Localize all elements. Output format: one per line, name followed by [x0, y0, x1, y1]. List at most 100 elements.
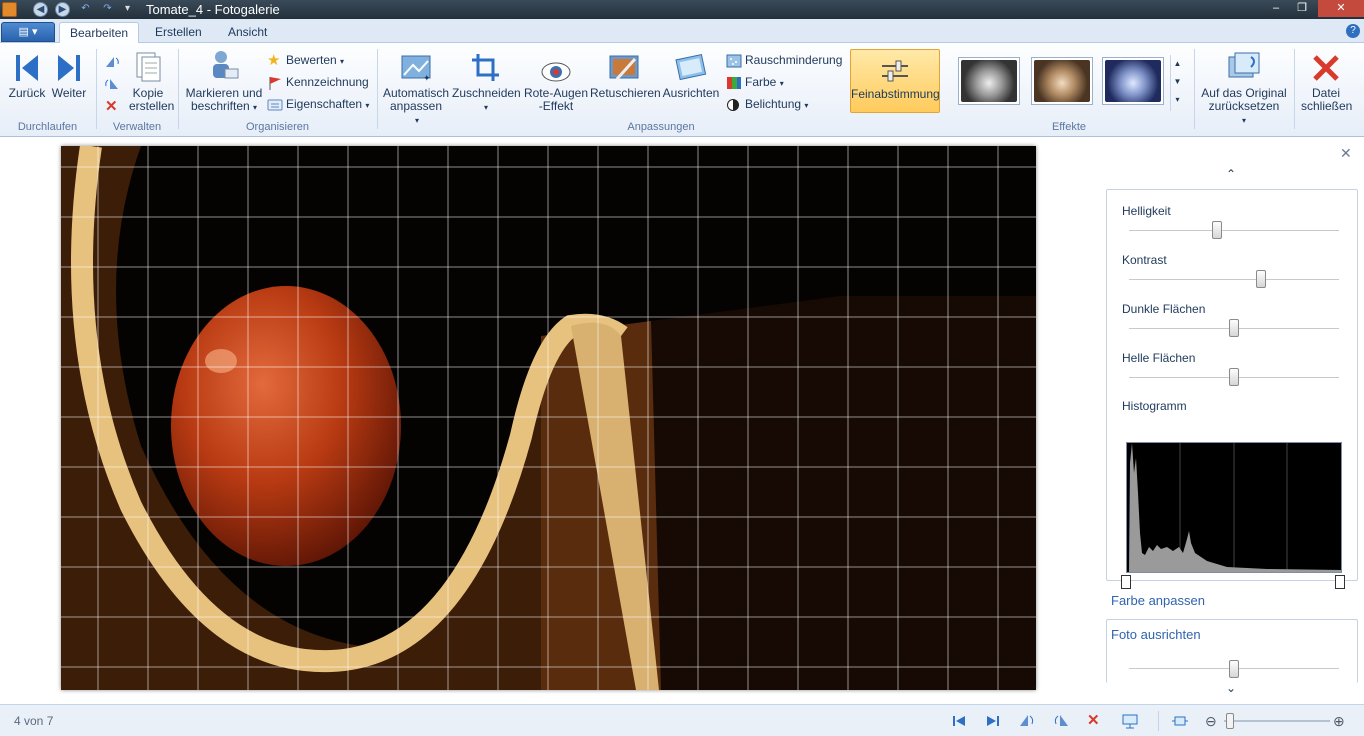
group-label: Durchlaufen: [17, 121, 78, 133]
slider-label: Dunkle Flächen: [1122, 302, 1206, 316]
scroll-up-icon[interactable]: ⌃: [1226, 167, 1236, 181]
close-window-button[interactable]: ✕: [1318, 0, 1364, 17]
quick-access-dropdown-icon[interactable]: ▾: [120, 2, 135, 17]
ausrichten-slider-thumb[interactable]: [1229, 660, 1239, 678]
bewerten-button[interactable]: ★ Bewerten ▾: [267, 51, 344, 69]
undo-icon[interactable]: ↶: [78, 2, 93, 17]
retuschieren-button[interactable]: Retuschieren: [590, 49, 661, 100]
effect-thumbnail-sepia[interactable]: [1031, 57, 1093, 105]
slider-label: Helle Flächen: [1122, 351, 1196, 365]
properties-icon: [267, 98, 283, 112]
effect-thumbnail-grayscale[interactable]: [958, 57, 1020, 105]
histogram-label: Histogramm: [1122, 399, 1187, 413]
app-icon: [2, 2, 17, 17]
status-delete-icon[interactable]: ✕: [1087, 712, 1105, 730]
slider-label: Helligkeit: [1122, 204, 1171, 218]
eigenschaften-button[interactable]: Eigenschaften ▾: [267, 95, 369, 113]
belichtung-box: Helligkeit Kontrast Dunkle Flächen Helle Fl…: [1106, 189, 1358, 589]
automatisch-anpassen-button[interactable]: ✦ Automatisch anpassen ▾: [383, 49, 451, 127]
revert-icon: [1197, 49, 1291, 83]
separator: [1294, 49, 1295, 129]
zurueck-button[interactable]: Zurück: [6, 49, 48, 100]
photo-canvas[interactable]: [61, 146, 1036, 690]
status-bar: 4 von 7 ✕ ⊖ ⊕: [0, 704, 1364, 736]
kennzeichnung-button[interactable]: Kennzeichnung: [267, 73, 369, 91]
effects-scroll[interactable]: ▲ ▼ ▾: [1170, 55, 1184, 111]
foto-ausrichten-box: Foto ausrichten: [1106, 619, 1358, 683]
close-file-icon: [1298, 49, 1354, 83]
histogram: [1126, 442, 1342, 573]
group-anpassungen: ✦ Automatisch anpassen ▾ Zuschneiden ▾ Rot…: [378, 47, 944, 135]
slider-track: [1129, 230, 1339, 232]
color-icon: [726, 76, 742, 90]
markieren-button[interactable]: Markieren und beschriften ▾: [183, 49, 265, 114]
minimize-button[interactable]: –: [1263, 0, 1289, 17]
histogram-black-point[interactable]: [1121, 575, 1131, 589]
zoom-track: [1224, 720, 1330, 722]
weiter-button[interactable]: Weiter: [48, 49, 90, 100]
noise-icon: [726, 54, 742, 68]
svg-text:✦: ✦: [423, 73, 431, 83]
rotate-left-icon[interactable]: [104, 55, 120, 72]
title-bar: ◀ ▶ ↶ ↷ ▾ Tomate_4 - Fotogalerie – ❐ ✕: [0, 0, 1364, 19]
previous-icon: [6, 49, 48, 83]
farbe-button[interactable]: Farbe ▾: [726, 73, 784, 91]
datei-schliessen-button[interactable]: Datei schließen: [1298, 49, 1354, 113]
tag-people-icon: [183, 49, 265, 83]
foto-ausrichten-link[interactable]: Foto ausrichten: [1111, 627, 1201, 642]
group-label: Verwalten: [112, 121, 162, 133]
maximize-button[interactable]: ❐: [1289, 0, 1315, 17]
straighten-icon: [660, 49, 722, 83]
rotate-right-icon[interactable]: [104, 77, 120, 94]
photo-counter: 4 von 7: [14, 714, 54, 728]
scroll-down-icon[interactable]: ⌄: [1226, 681, 1236, 695]
slideshow-icon[interactable]: [1121, 712, 1139, 730]
delete-icon[interactable]: ✕: [105, 97, 118, 115]
back-quick-icon[interactable]: ◀: [33, 2, 48, 17]
zoom-slider-thumb[interactable]: [1226, 713, 1234, 729]
kopie-erstellen-button[interactable]: Kopie erstellen: [123, 49, 174, 113]
slider-thumb[interactable]: [1256, 270, 1267, 288]
zoom-out-icon[interactable]: ⊖: [1205, 712, 1223, 730]
status-rotate-left-icon[interactable]: [1018, 712, 1036, 730]
slider-label: Kontrast: [1122, 253, 1167, 267]
ausrichten-button[interactable]: Ausrichten: [660, 49, 722, 100]
group-label: Effekte: [1051, 121, 1087, 133]
slider-thumb[interactable]: [1229, 319, 1239, 337]
fit-to-window-icon[interactable]: [1171, 712, 1189, 730]
feinabstimmung-button[interactable]: Feinabstimmung: [850, 49, 940, 113]
zuschneiden-button[interactable]: Zuschneiden ▾: [452, 49, 521, 114]
next-icon: [48, 49, 90, 83]
belichtung-button[interactable]: Belichtung ▾: [726, 95, 808, 113]
window-title: Tomate_4 - Fotogalerie: [146, 2, 280, 17]
slider-track: [1129, 279, 1339, 281]
status-previous-icon[interactable]: [950, 712, 968, 730]
auf-original-button[interactable]: Auf das Original zurücksetzen ▾: [1197, 49, 1291, 127]
slider-thumb[interactable]: [1229, 368, 1239, 386]
histogram-white-point[interactable]: [1335, 575, 1345, 589]
status-next-icon[interactable]: [984, 712, 1002, 730]
status-separator: [1158, 711, 1159, 731]
forward-quick-icon[interactable]: ▶: [55, 2, 70, 17]
status-rotate-right-icon[interactable]: [1052, 712, 1070, 730]
close-panel-icon[interactable]: ✕: [1340, 145, 1352, 162]
tab-bearbeiten[interactable]: Bearbeiten: [59, 22, 140, 44]
app-menu-button[interactable]: ▤ ▾: [1, 22, 55, 42]
exposure-icon: [726, 98, 742, 112]
redo-icon[interactable]: ↷: [100, 2, 115, 17]
fine-tune-panel: ⌃ Helligkeit Kontrast Dunkle Flächen Helle …: [1104, 163, 1360, 695]
farbe-anpassen-link[interactable]: Farbe anpassen: [1111, 593, 1205, 608]
slider-thumb[interactable]: [1212, 221, 1223, 239]
effect-thumbnail-cyan[interactable]: [1102, 57, 1164, 105]
red-eye-icon: [522, 49, 590, 83]
copy-icon: [123, 49, 173, 83]
zoom-in-icon[interactable]: ⊕: [1333, 712, 1351, 730]
separator: [1194, 49, 1195, 129]
rauschminderung-button[interactable]: Rauschminderung: [726, 51, 842, 69]
group-label: Organisieren: [246, 121, 309, 133]
flag-icon: [267, 76, 283, 90]
tab-ansicht[interactable]: Ansicht: [218, 22, 277, 44]
rote-augen-button[interactable]: Rote-Augen -Effekt: [522, 49, 590, 113]
help-icon[interactable]: ?: [1346, 24, 1360, 38]
tab-erstellen[interactable]: Erstellen: [145, 22, 212, 44]
